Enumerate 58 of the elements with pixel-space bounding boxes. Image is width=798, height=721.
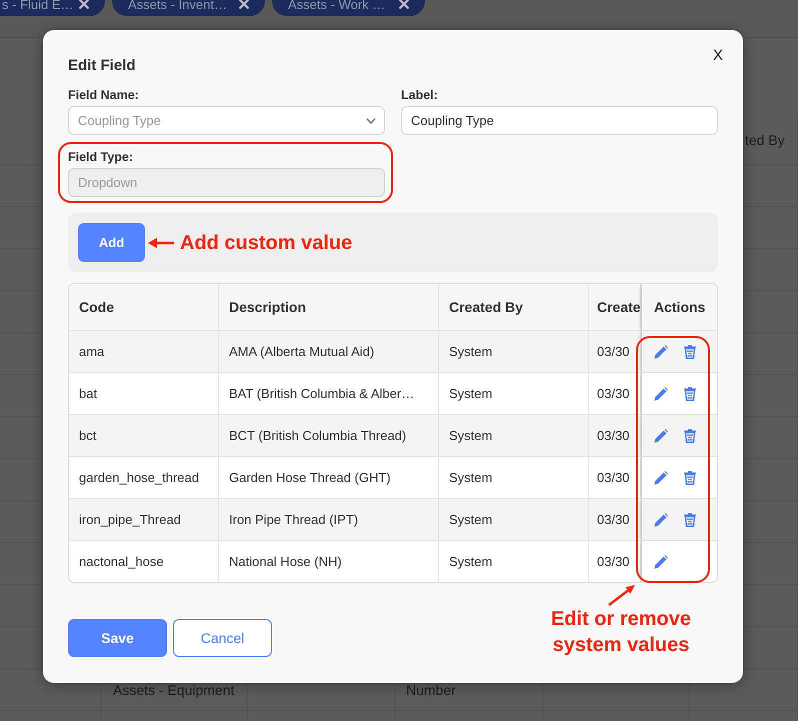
table-cell: BCT (British Columbia Thread) [219,415,439,457]
table-cell: bat [69,373,219,415]
table-cell: ama [69,331,219,373]
column-header: Actions [641,284,717,331]
chevron-down-icon [366,118,376,124]
column-header: Create [589,284,641,331]
trash-icon[interactable] [683,386,697,400]
trash-icon[interactable] [683,344,697,358]
table-cell: 03/30 [589,331,641,373]
field-label: Field Type: [68,150,134,164]
table-cell: 03/30 [589,415,641,457]
pencil-icon[interactable] [654,470,668,484]
column-header: Code [69,284,219,331]
table-cell: System [439,373,589,415]
pencil-icon[interactable] [654,344,668,358]
column-header: Created By [439,284,589,331]
tab[interactable]: Assets - Invent… [112,0,265,16]
table-cell: bct [69,415,219,457]
table-cell: nactonal_hose [69,541,219,582]
cancel-button[interactable]: Cancel [173,619,272,657]
table-cell: BAT (British Columbia & Alber… [219,373,439,415]
table-cell: 03/30 [589,457,641,499]
table-cell: 03/30 [589,373,641,415]
add-button[interactable]: Add [78,223,145,262]
close-button[interactable]: X [712,48,723,64]
trash-icon[interactable] [683,512,697,526]
pencil-icon[interactable] [654,428,668,442]
pencil-icon[interactable] [654,512,668,526]
table-cell: 03/30 [589,499,641,541]
close-icon[interactable] [399,0,409,9]
table-cell: System [439,331,589,373]
field-label: Field Name: [68,88,139,102]
annotation-arrow [606,584,636,606]
save-button[interactable]: Save [68,619,167,657]
table-cell: Number [406,682,456,698]
table-cell: Assets - Equipment [113,682,234,698]
table-cell: garden_hose_thread [69,457,219,499]
table-cell: Garden Hose Thread (GHT) [219,457,439,499]
table-cell: Iron Pipe Thread (IPT) [219,499,439,541]
field-label: Label: [401,88,438,102]
text-field[interactable]: Coupling Type [401,106,718,135]
table-cell: AMA (Alberta Mutual Aid) [219,331,439,373]
close-icon[interactable] [239,0,249,9]
annotation-text: Add custom value [180,230,352,256]
pencil-icon[interactable] [654,386,668,400]
table-cell: System [439,415,589,457]
pencil-icon[interactable] [654,554,668,568]
column-header: Description [219,284,439,331]
table-cell: System [439,499,589,541]
dialog-title: Edit Field [68,56,136,76]
table-cell: System [439,457,589,499]
trash-icon[interactable] [683,470,697,484]
trash-icon[interactable] [683,428,697,442]
close-icon[interactable] [79,0,89,9]
annotation-text: Edit or remove system values [550,607,692,658]
annotation-arrow [148,236,174,248]
table-cell: iron_pipe_Thread [69,499,219,541]
column-header: ted By [745,132,785,148]
